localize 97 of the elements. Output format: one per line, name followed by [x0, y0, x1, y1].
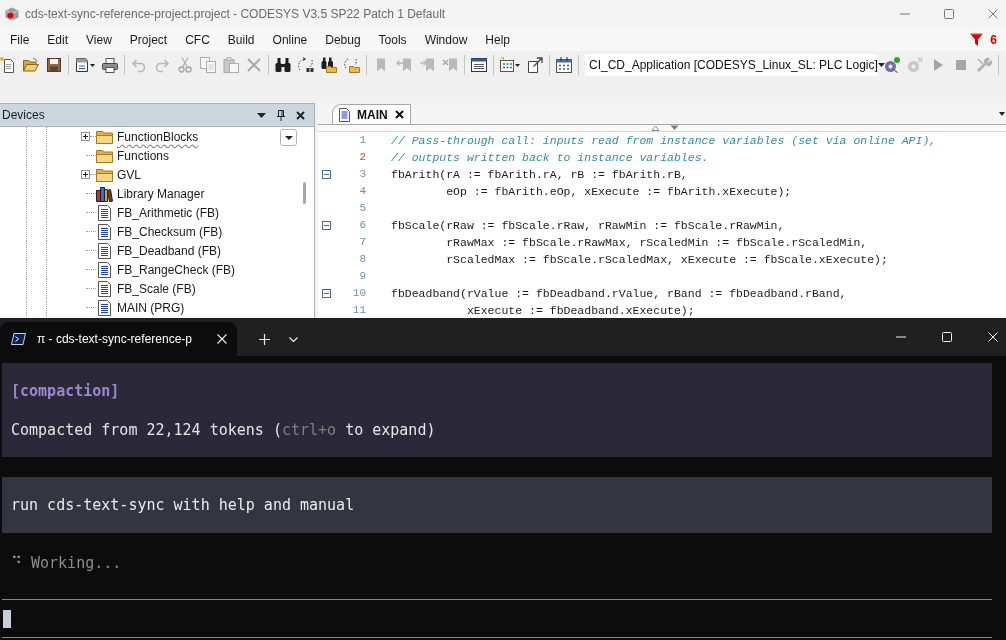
open-folder-icon[interactable] — [23, 56, 39, 73]
scrollbar[interactable] — [303, 182, 306, 204]
menu-item[interactable]: Help — [476, 28, 519, 51]
folder-icon — [96, 148, 113, 163]
expand-icon[interactable] — [81, 170, 90, 179]
compaction-summary: Compacted from 22,124 tokens (ctrl+o to expand) — [11, 420, 437, 440]
prompt-text: run cds-text-sync with help and manual — [11, 495, 355, 515]
collapse-icon[interactable] — [322, 221, 331, 230]
tree-item[interactable]: FunctionBlocks — [117, 127, 199, 146]
menu-item[interactable]: Debug — [316, 28, 370, 51]
tree-item[interactable]: Functions — [117, 146, 170, 165]
text-cursor — [3, 610, 11, 628]
replace-folder-icon[interactable] — [344, 56, 360, 73]
line-number: 9 — [358, 269, 366, 285]
document-icon — [98, 223, 111, 240]
code-comment: // Pass-through call: inputs read from instance variables (set via online API), — [391, 132, 937, 149]
code-line: xExecute := fbDeadband.xExecute); — [465, 302, 695, 318]
grid-calendar-icon[interactable] — [556, 56, 572, 73]
chevron-down-icon[interactable] — [289, 336, 298, 342]
document-icon — [98, 204, 111, 221]
menu-item[interactable]: Build — [218, 28, 264, 51]
document-icon — [98, 280, 111, 297]
line-number: 1 — [358, 133, 366, 149]
gears-login-icon[interactable] — [884, 56, 900, 73]
code-comment: // outputs written back to instance variables. — [391, 149, 709, 166]
document-icon — [339, 107, 350, 122]
menu-item[interactable]: Edit — [38, 28, 78, 51]
window-list-icon[interactable] — [471, 56, 487, 73]
tree-item[interactable]: FB_Checksum (FB) — [117, 222, 223, 241]
line-number: 6 — [358, 218, 366, 234]
books-icon — [96, 185, 113, 202]
collapse-icon[interactable] — [322, 170, 331, 179]
binoculars-icon[interactable] — [275, 56, 291, 73]
code-line: fbDeadband(rValue := fbDeadband.rValue, rBand := fbDeadband.rBand, — [391, 285, 847, 302]
message-count: 6 — [990, 31, 997, 49]
menu-item[interactable]: Tools — [369, 28, 416, 51]
menu-item[interactable]: View — [77, 28, 121, 51]
code-line: fbScale(rRaw := fbScale.rRaw, rRawMin := fbScale.rRawMin, — [391, 217, 785, 234]
tree-item[interactable]: GVL — [117, 165, 141, 184]
input-field[interactable] — [2, 599, 992, 638]
terminal-icon — [11, 333, 26, 345]
code-line: fbArith(rA := fbArith.rA, rB := fbArith.rB, — [391, 166, 688, 183]
menu-item[interactable]: Window — [415, 28, 477, 51]
caret-icon — [284, 135, 293, 140]
document-icon — [98, 242, 111, 259]
menu-item[interactable]: File — [1, 28, 39, 51]
script-dropdown-icon[interactable] — [75, 56, 95, 73]
tree-item[interactable]: Library Manager — [117, 184, 205, 203]
export-document-icon[interactable] — [527, 56, 543, 73]
pin-icon[interactable] — [277, 109, 285, 121]
tree-item[interactable]: MAIN (PRG) — [117, 298, 185, 317]
panel-title: Devices — [2, 107, 45, 124]
tree-item[interactable]: FB_Deadband (FB) — [117, 241, 222, 260]
caret-icon[interactable] — [257, 112, 266, 118]
tree-dropdown-button[interactable] — [280, 129, 297, 146]
printer-icon[interactable] — [102, 56, 118, 73]
close-icon[interactable] — [296, 110, 305, 120]
line-number: 11 — [351, 303, 366, 318]
editor-tab[interactable]: MAIN — [332, 104, 411, 124]
collapse-icon[interactable] — [322, 289, 331, 298]
tree-item[interactable]: FB_Arithmetic (FB) — [117, 203, 219, 222]
tree-item[interactable]: FB_Scale (FB) — [117, 279, 196, 298]
block-label: [compaction] — [11, 381, 121, 401]
close-icon[interactable] — [394, 110, 404, 119]
caret-icon[interactable] — [999, 112, 1005, 116]
replace-icon[interactable] — [298, 56, 314, 73]
expand-icon[interactable] — [81, 132, 90, 141]
line-number: 5 — [358, 201, 366, 217]
line-number: 3 — [358, 167, 366, 183]
code-line: rRawMax := fbScale.rRawMax, rScaledMin := fbScale.rScaledMin, — [445, 234, 868, 251]
menu-item[interactable]: CFC — [176, 28, 219, 51]
folder-icon — [96, 167, 113, 182]
binoculars-folder-icon[interactable] — [321, 56, 337, 73]
menu-item[interactable]: Project — [120, 28, 177, 51]
grid-dropdown-icon[interactable] — [500, 56, 520, 73]
save-icon[interactable] — [46, 56, 62, 73]
line-number: 10 — [351, 286, 366, 302]
code-line: rScaledMax := fbScale.rScaledMax, xExecute := fbScale.xExecute); — [445, 251, 888, 268]
cube-logo-icon — [5, 7, 19, 21]
tree-item[interactable]: FB_RangeCheck (FB) — [117, 260, 236, 279]
spinner: ⠙ — [11, 553, 22, 573]
terminal-tab[interactable]: π - cds-text-sync-reference-p — [0, 322, 237, 356]
window-title: cds-text-sync-reference-project.project - CODESYS V3.5 SP22 Patch 1 Default — [25, 6, 446, 23]
menu-item[interactable]: Online — [263, 28, 317, 51]
caret-icon[interactable] — [877, 62, 885, 67]
new-document-icon[interactable] — [0, 56, 16, 73]
line-number: 4 — [358, 184, 366, 200]
code-line: eOp := fbArith.eOp, xExecute := fbArith.xExecute); — [445, 183, 792, 200]
document-icon — [98, 261, 111, 278]
filter-icon[interactable] — [970, 33, 984, 46]
folder-icon — [96, 129, 113, 144]
status-text: Working... — [31, 553, 122, 573]
splitter-arrows-icon[interactable] — [651, 125, 679, 131]
line-number: 8 — [358, 252, 366, 268]
line-number: 7 — [358, 235, 366, 251]
line-number: 2 — [358, 150, 366, 166]
plus-icon[interactable] — [259, 333, 270, 345]
